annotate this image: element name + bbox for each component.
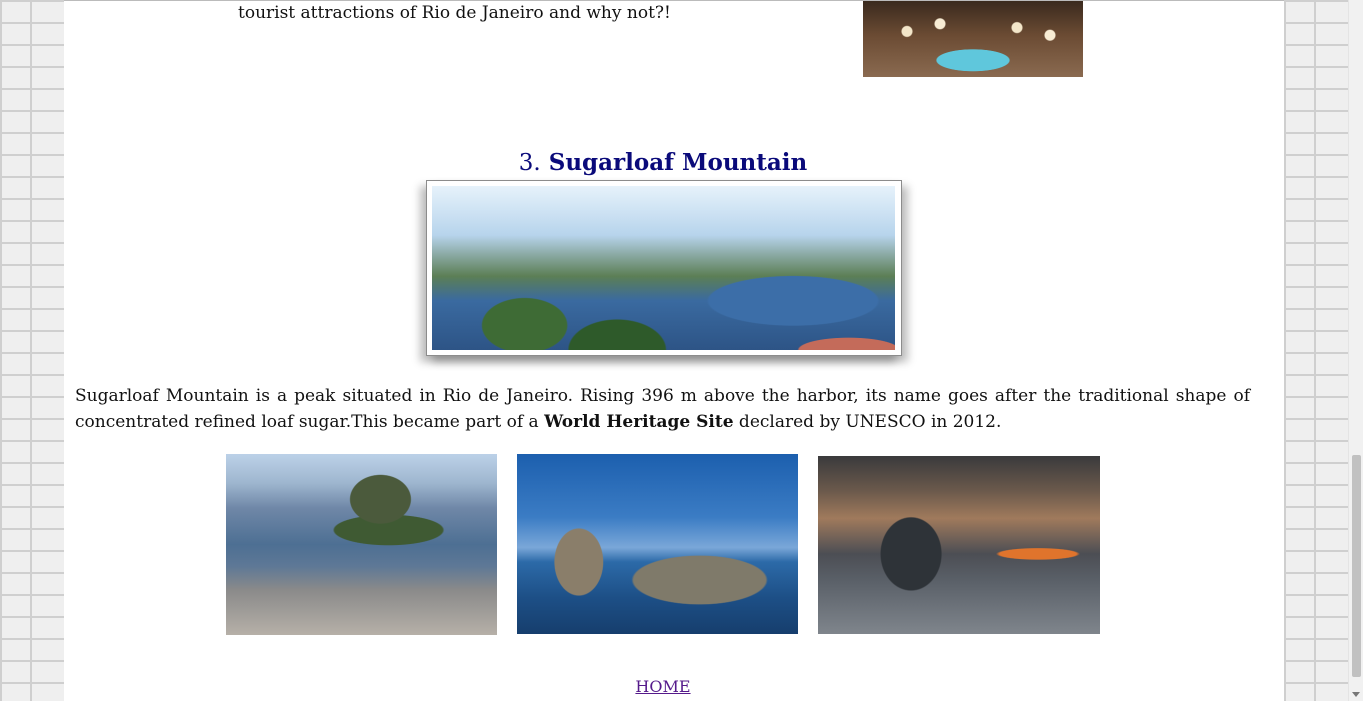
home-link[interactable]: HOME [64,677,1262,696]
vertical-scrollbar[interactable] [1348,0,1363,701]
scrollbar-thumb[interactable] [1352,455,1361,677]
brick-wall-left [0,0,64,701]
gallery-image-aerial-bay [226,454,497,635]
section-number: 3. [518,150,541,176]
scroll-down-arrow-icon[interactable] [1352,692,1360,697]
section-description: Sugarloaf Mountain is a peak situated in… [75,383,1250,435]
section-title: 3. Sugarloaf Mountain [64,149,1262,176]
gallery-image-mountain-sea [517,454,798,634]
panorama-frame [426,180,902,356]
section-name: Sugarloaf Mountain [548,149,808,176]
description-bold: World Heritage Site [544,412,734,432]
description-text-2: declared by UNESCO in 2012. [733,412,1002,432]
previous-section-photo [863,1,1083,77]
gallery-image-sunset [818,456,1100,634]
brick-wall-right [1284,0,1348,701]
sugarloaf-panorama-image [432,186,895,350]
previous-section-text: tourist attractions of Rio de Janeiro an… [238,3,671,23]
page-content: tourist attractions of Rio de Janeiro an… [64,0,1284,701]
